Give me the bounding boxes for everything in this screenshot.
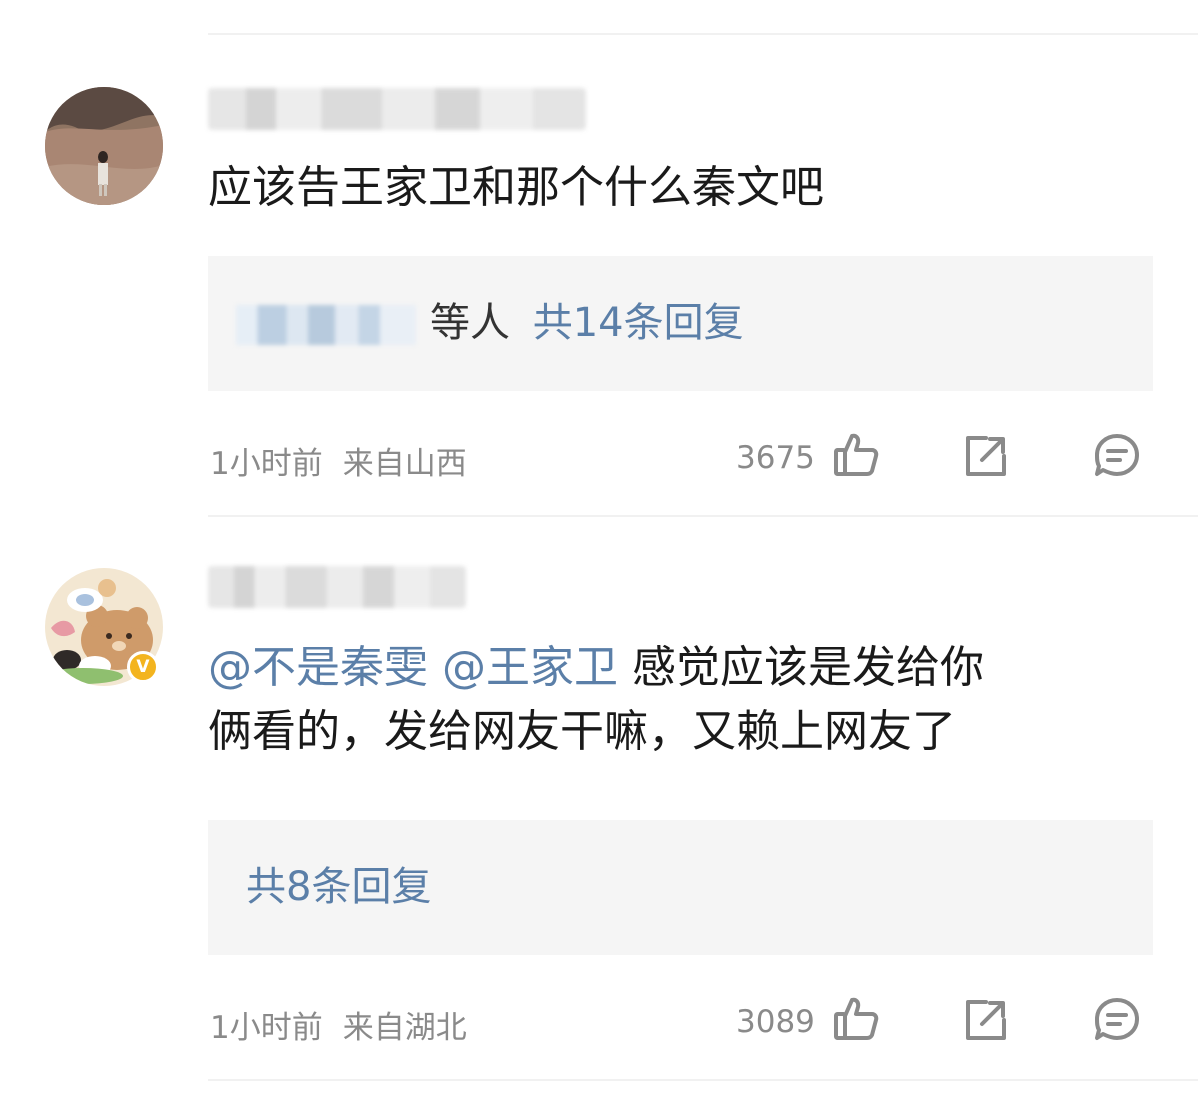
reply-count-link[interactable]: 共14条回复: [533, 300, 744, 346]
comment-divider: [208, 1079, 1198, 1081]
mention-link[interactable]: @不是秦雯: [208, 642, 428, 693]
mention-link[interactable]: @王家卫: [442, 642, 618, 693]
comment-location: 来自山西: [342, 446, 467, 482]
reply-summary-box[interactable]: 共8条回复: [208, 820, 1153, 955]
comment-text: @不是秦雯 @王家卫 感觉应该是发给你 俩看的，发给网友干嘛，又赖上网友了: [208, 636, 984, 764]
reply-users-blurred[interactable]: [236, 305, 416, 345]
verified-badge-icon: V: [127, 651, 159, 683]
comment-text-line1: 感觉应该是发给你: [632, 642, 984, 693]
comment-meta: 1小时前 来自山西: [210, 438, 467, 483]
thumbs-up-icon[interactable]: [832, 994, 880, 1042]
comment-divider: [208, 515, 1198, 517]
top-divider: [208, 33, 1198, 35]
comment-time: 1小时前: [210, 446, 323, 482]
comment-location: 来自湖北: [342, 1010, 467, 1046]
username-blurred[interactable]: [208, 566, 466, 608]
comment-text-line2: 俩看的，发给网友干嘛，又赖上网友了: [208, 706, 956, 757]
thumbs-up-icon[interactable]: [832, 430, 880, 478]
reply-summary-box[interactable]: 等人 共14条回复: [208, 256, 1153, 391]
share-icon[interactable]: [962, 996, 1010, 1044]
share-icon[interactable]: [962, 432, 1010, 480]
reply-users-label: 等人: [430, 300, 510, 346]
username-blurred[interactable]: [208, 88, 586, 130]
like-count: 3089: [736, 1004, 815, 1040]
like-count: 3675: [736, 440, 815, 476]
comment-icon[interactable]: [1093, 996, 1141, 1044]
comment-meta: 1小时前 来自湖北: [210, 1002, 467, 1047]
comment-icon[interactable]: [1093, 432, 1141, 480]
comment-text: 应该告王家卫和那个什么秦文吧: [208, 162, 824, 213]
reply-count-link[interactable]: 共8条回复: [246, 864, 431, 910]
avatar[interactable]: [45, 87, 163, 205]
comment-time: 1小时前: [210, 1010, 323, 1046]
